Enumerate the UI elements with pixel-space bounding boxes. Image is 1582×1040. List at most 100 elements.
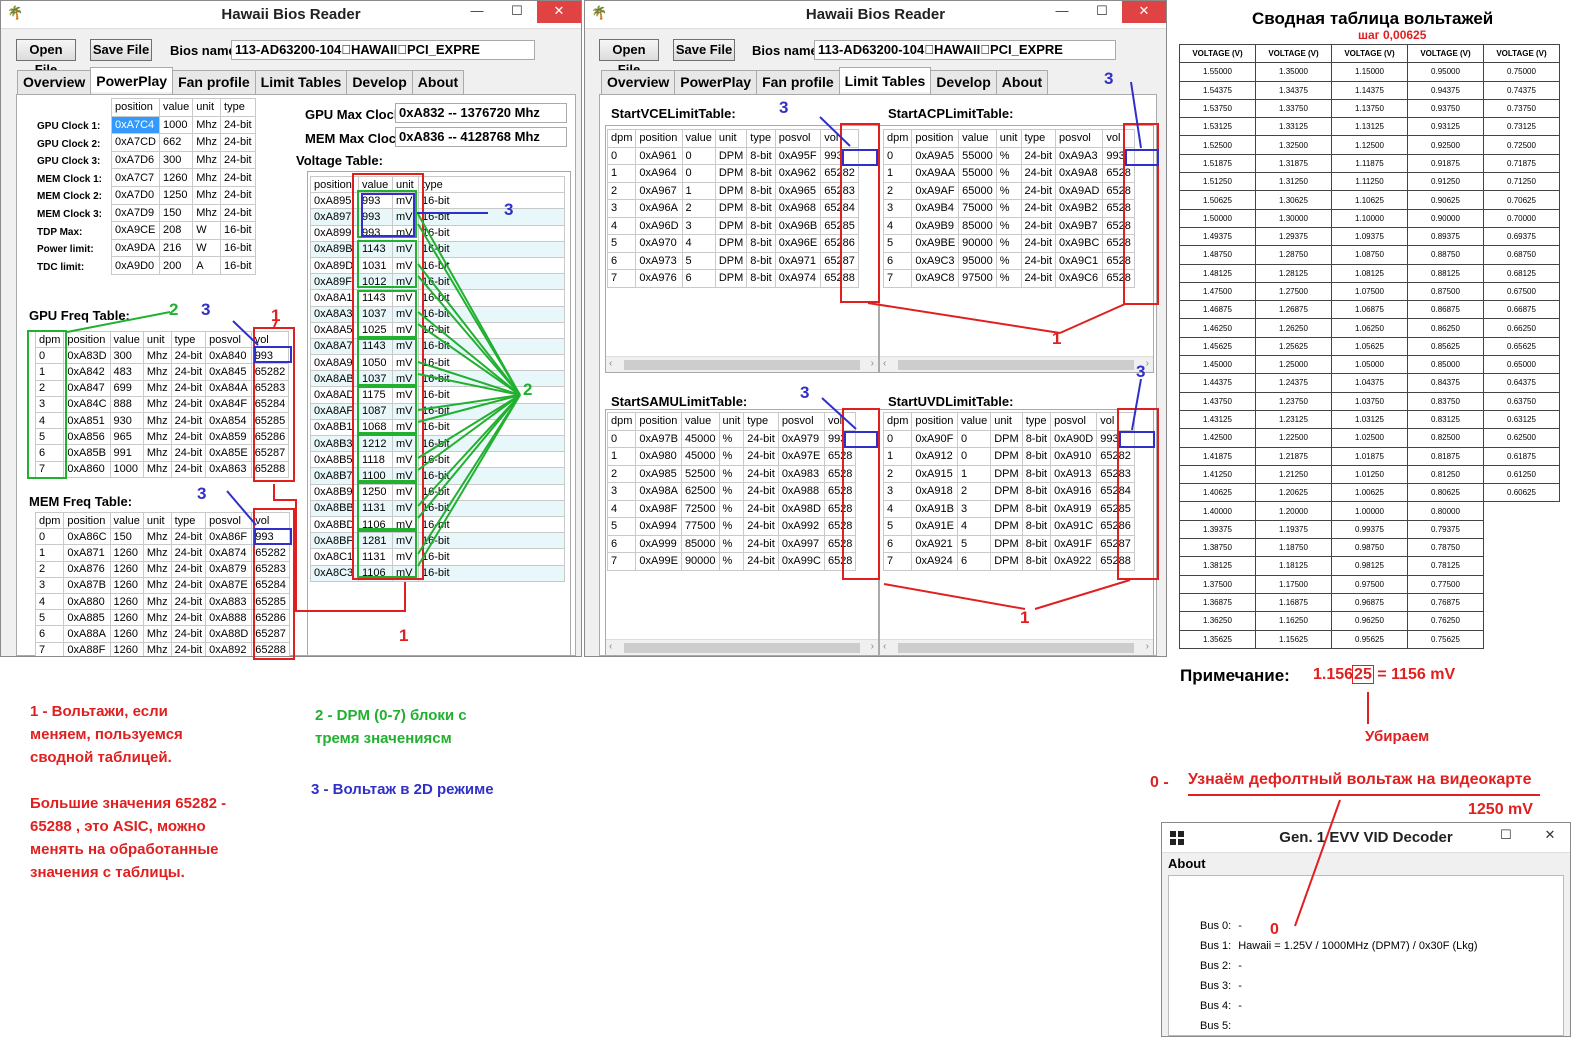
table-cell[interactable]: 4 [681,234,716,253]
table-cell[interactable]: 0xA979 [777,429,825,448]
table-cell[interactable]: 3 [606,199,637,218]
column-header[interactable]: dpm [882,129,913,148]
table-row[interactable]: 5 0xA994 77500% 24-bit 0xA992 6528 [606,517,857,536]
table-cell[interactable]: Mhz [142,347,172,365]
table-cell[interactable]: 0xA845 [205,363,252,381]
table-cell[interactable]: 8-bit [1021,499,1052,518]
table-cell[interactable]: % [718,447,745,466]
table-row[interactable]: 0xA9CE 208 W 16-bit [111,221,256,240]
table-cell[interactable]: % [995,251,1022,270]
table-cell[interactable]: 5 [606,234,637,253]
table-cell[interactable]: 0xA962 [774,164,822,183]
table-cell[interactable]: % [718,482,745,501]
table-cell[interactable]: 0xA96E [774,234,822,253]
tab-limit-tables[interactable]: Limit Tables [838,67,932,92]
table-row[interactable]: 0xA8A7 1143 mV 16-bit [310,337,565,356]
table-cell[interactable]: Mhz [142,560,172,578]
table-cell[interactable]: 7 [34,641,65,656]
table-cell[interactable]: 5 [882,517,913,536]
column-header[interactable]: value [109,330,144,349]
table-cell[interactable]: 0xA90D [1050,429,1098,448]
table-cell[interactable]: DPM [714,181,748,200]
table-cell[interactable]: 0xA97E [777,447,825,466]
table-cell[interactable]: 7 [606,552,637,571]
column-header[interactable]: position [911,412,958,431]
table-cell[interactable]: 300 [158,150,194,170]
table-cell[interactable]: 1250 [158,185,194,205]
table-cell[interactable]: 3 [882,199,913,218]
table-cell[interactable]: 8-bit [1021,447,1052,466]
maximize-button[interactable]: ☐ [1082,1,1122,23]
table-cell[interactable]: Mhz [142,460,172,478]
table-row[interactable]: 3 0xA96A 2 DPM 8-bit 0xA968 65284 [606,199,859,218]
table-cell[interactable]: 52500 [680,464,720,483]
table-cell[interactable]: 0xA922 [1050,552,1098,571]
table-cell[interactable]: W [192,221,222,240]
table-cell[interactable]: 2 [882,464,913,483]
table-cell[interactable]: 65000 [958,181,997,200]
table-row[interactable]: 0xA897 993 mV 16-bit [310,208,565,226]
table-cell[interactable]: 0xA840 [205,347,252,365]
table-cell[interactable]: 62500 [680,482,720,501]
table-row[interactable]: 0xA8B5 1118 mV 16-bit [310,451,565,469]
table-cell[interactable]: 8-bit [746,234,776,253]
table-cell[interactable]: 0xA876 [63,560,111,578]
table-cell[interactable]: 6 [606,534,637,553]
table-cell[interactable]: 1000 [158,115,194,135]
table-cell[interactable]: 4 [606,216,637,235]
table-cell[interactable]: 0xA9BE [911,234,960,253]
bios-name-field[interactable]: 113-AD63200-104 HAWAII PCI_EXPRE [231,40,535,60]
table-row[interactable]: 0xA9D0 200 A 16-bit [111,256,256,275]
table-cell[interactable]: 97500 [958,269,997,288]
table-row[interactable]: 0xA8BD 1106 mV 16-bit [310,515,565,534]
table-cell[interactable]: W [192,238,222,258]
table-cell[interactable]: Mhz [192,150,222,170]
table-cell[interactable]: DPM [990,447,1023,466]
column-header[interactable]: value [158,98,194,117]
table-cell[interactable]: 0xA918 [911,482,958,501]
table-cell[interactable]: 0xA7C4 [111,115,160,135]
table-cell[interactable]: 0 [882,146,913,165]
table-cell[interactable]: 0xA847 [63,379,111,397]
table-row[interactable]: 6 0xA85B 991 Mhz 24-bit 0xA85E 65287 [34,444,290,462]
table-row[interactable]: 7 0xA99E 90000% 24-bit 0xA99C 6528 [606,552,857,571]
table-cell[interactable]: 0xA84C [63,395,111,413]
table-row[interactable]: 0xA895 993 mV 16-bit [310,192,565,210]
table-cell[interactable]: 0xA860 [63,460,111,478]
table-cell[interactable]: 0xA983 [777,464,825,483]
table-row[interactable]: 3 0xA918 2 DPM 8-bit 0xA916 65284 [882,482,1135,501]
column-header[interactable]: position [635,412,682,431]
table-row[interactable]: 0xA7D9 150 Mhz 24-bit [111,203,256,223]
table-cell[interactable]: 0xA88A [63,625,111,643]
table-cell[interactable]: 16-bit [418,434,565,453]
table-cell[interactable]: 5 [34,609,65,627]
table-cell[interactable]: 24-bit [170,576,207,594]
table-cell[interactable]: 0xA854 [205,411,252,430]
table-row[interactable]: 0xA8A3 1037 mV 16-bit [310,305,565,323]
table-cell[interactable]: 0xA965 [774,181,822,200]
table-cell[interactable]: 0xA84F [205,395,252,413]
table-cell[interactable]: % [718,429,745,448]
table-cell[interactable]: 0xA96A [635,199,683,218]
table-row[interactable]: 0xA8BF 1281 mV 16-bit [310,532,565,550]
column-header[interactable]: posvol [205,330,252,349]
table-cell[interactable]: 0xA95F [774,146,822,165]
table-cell[interactable]: 16-bit [220,238,256,258]
table-cell[interactable]: % [995,181,1022,200]
table-cell[interactable]: 0xA999 [635,534,682,553]
table-cell[interactable]: 0xA88D [205,625,253,643]
table-cell[interactable]: 2 [34,560,65,578]
table-cell[interactable]: 24-bit [170,428,207,446]
table-cell[interactable]: 16-bit [418,289,565,307]
column-header[interactable]: type [220,98,256,117]
table-row[interactable]: 3 0xA9B4 75000% 24-bit 0xA9B2 6528 [882,199,1135,218]
table-cell[interactable]: 2 [681,199,716,218]
table-row[interactable]: 0xA8B7 1100 mV 16-bit [310,467,565,485]
table-cell[interactable]: 1260 [109,544,144,562]
table-cell[interactable]: 0xA9B2 [1055,199,1104,218]
table-row[interactable]: 0xA8B9 1250 mV 16-bit [310,483,565,501]
table-cell[interactable]: 6 [882,534,913,553]
table-cell[interactable]: 8-bit [1021,482,1052,501]
table-cell[interactable]: 0xA915 [911,464,958,483]
table-cell[interactable]: 0xA91C [1050,517,1098,536]
